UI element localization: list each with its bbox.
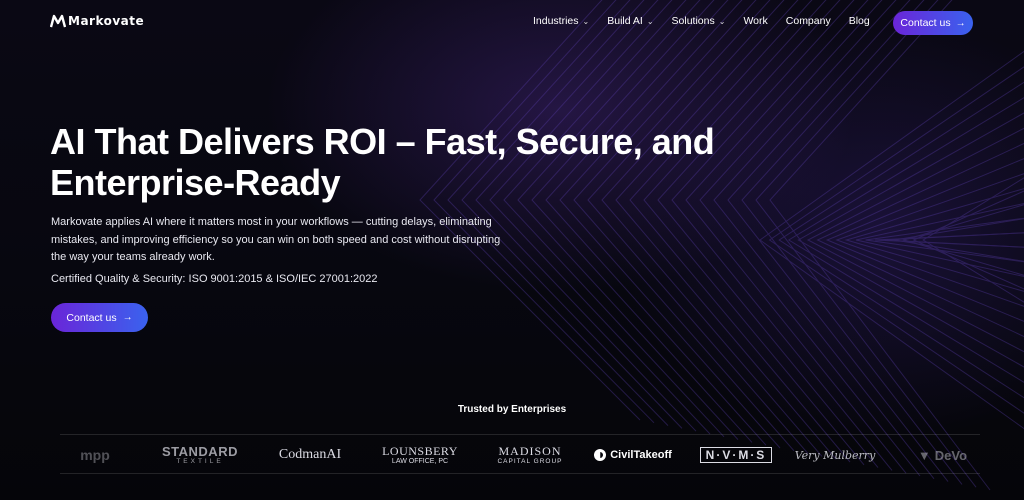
- client-logo-devo: ▼ DeVo: [905, 435, 980, 475]
- arrow-right-icon: →: [955, 17, 966, 29]
- nav-contact-label: Contact us: [900, 17, 951, 29]
- client-logo-subtext: LAW OFFICE, PC: [391, 457, 449, 465]
- nav-item-label: Work: [743, 15, 768, 27]
- client-logo-subtext: TEXTILE: [176, 457, 224, 465]
- client-logo-madison: MADISON CAPITAL GROUP: [490, 435, 570, 475]
- client-logo-codmanai: CodmanAI: [270, 435, 350, 475]
- client-logo-text: N·V·M·S: [705, 448, 767, 462]
- nav-item-industries[interactable]: Industries ⌄: [533, 15, 589, 27]
- arrow-right-icon: →: [122, 312, 133, 323]
- nav-item-label: Build AI: [607, 15, 643, 27]
- nav-item-company[interactable]: Company: [786, 15, 831, 27]
- devo-v-icon: ▼: [917, 447, 931, 463]
- client-logo-civiltakeoff: CivilTakeoff: [593, 435, 673, 475]
- client-logo-lounsbery: LOUNSBERY LAW OFFICE, PC: [380, 435, 460, 475]
- trusted-heading: Trusted by Enterprises: [457, 404, 567, 415]
- hero-title: AI That Delivers ROI – Fast, Secure, and…: [50, 121, 750, 203]
- nav-contact-button[interactable]: Contact us →: [893, 11, 973, 35]
- client-logo-text: Very Mulberry: [794, 448, 876, 462]
- client-logo-very-mulberry: Very Mulberry: [794, 435, 876, 475]
- brand-name: Markovate: [68, 14, 145, 28]
- brand-logo[interactable]: Markovate: [50, 11, 144, 31]
- client-logos-carousel: mpp STANDARD TEXTILE CodmanAI LOUNSBERY …: [60, 434, 980, 474]
- nav-item-label: Blog: [848, 15, 870, 27]
- hero-description: Markovate applies AI where it matters mo…: [51, 216, 501, 263]
- hero-contact-label: Contact us: [66, 311, 117, 324]
- client-logo-text: MADISON: [498, 443, 562, 458]
- main-menu: Industries ⌄ Build AI ⌄ Solutions ⌄ Work…: [533, 15, 888, 27]
- client-logo-mpp: mpp: [60, 435, 130, 475]
- client-logo-subtext: CAPITAL GROUP: [497, 457, 563, 465]
- client-logo-text: DeVo: [934, 447, 968, 463]
- hero-title-line1: AI That Delivers ROI – Fast, Secure, and: [50, 121, 715, 162]
- chevron-down-icon: ⌄: [582, 17, 590, 26]
- top-navigation: Markovate Industries ⌄ Build AI ⌄ Soluti…: [0, 0, 1024, 46]
- client-logo-text: LOUNSBERY: [382, 443, 458, 458]
- nav-item-label: Industries: [533, 15, 579, 27]
- hero-title-line2: Enterprise-Ready: [50, 162, 341, 203]
- nav-item-label: Solutions: [671, 15, 715, 27]
- hero-contact-button[interactable]: Contact us →: [51, 303, 148, 332]
- nav-item-blog[interactable]: Blog: [849, 15, 870, 27]
- client-logo-text: mpp: [80, 447, 110, 463]
- chevron-down-icon: ⌄: [646, 17, 654, 26]
- civiltakeoff-icon: [594, 449, 607, 461]
- client-logo-nvms: N·V·M·S: [700, 447, 772, 463]
- client-logo-standard-textile: STANDARD TEXTILE: [160, 435, 240, 475]
- nav-item-label: Company: [785, 15, 831, 27]
- client-logo-text: CivilTakeoff: [610, 449, 672, 461]
- markovate-logo-icon: [50, 14, 66, 28]
- certification-text: Certified Quality & Security: ISO 9001:2…: [51, 273, 378, 285]
- chevron-down-icon: ⌄: [718, 17, 726, 26]
- nav-item-build-ai[interactable]: Build AI ⌄: [607, 15, 653, 27]
- client-logo-text: STANDARD: [162, 443, 238, 459]
- nav-item-work[interactable]: Work: [743, 15, 767, 27]
- nav-item-solutions[interactable]: Solutions ⌄: [672, 15, 726, 27]
- client-logo-text: CodmanAI: [278, 447, 342, 462]
